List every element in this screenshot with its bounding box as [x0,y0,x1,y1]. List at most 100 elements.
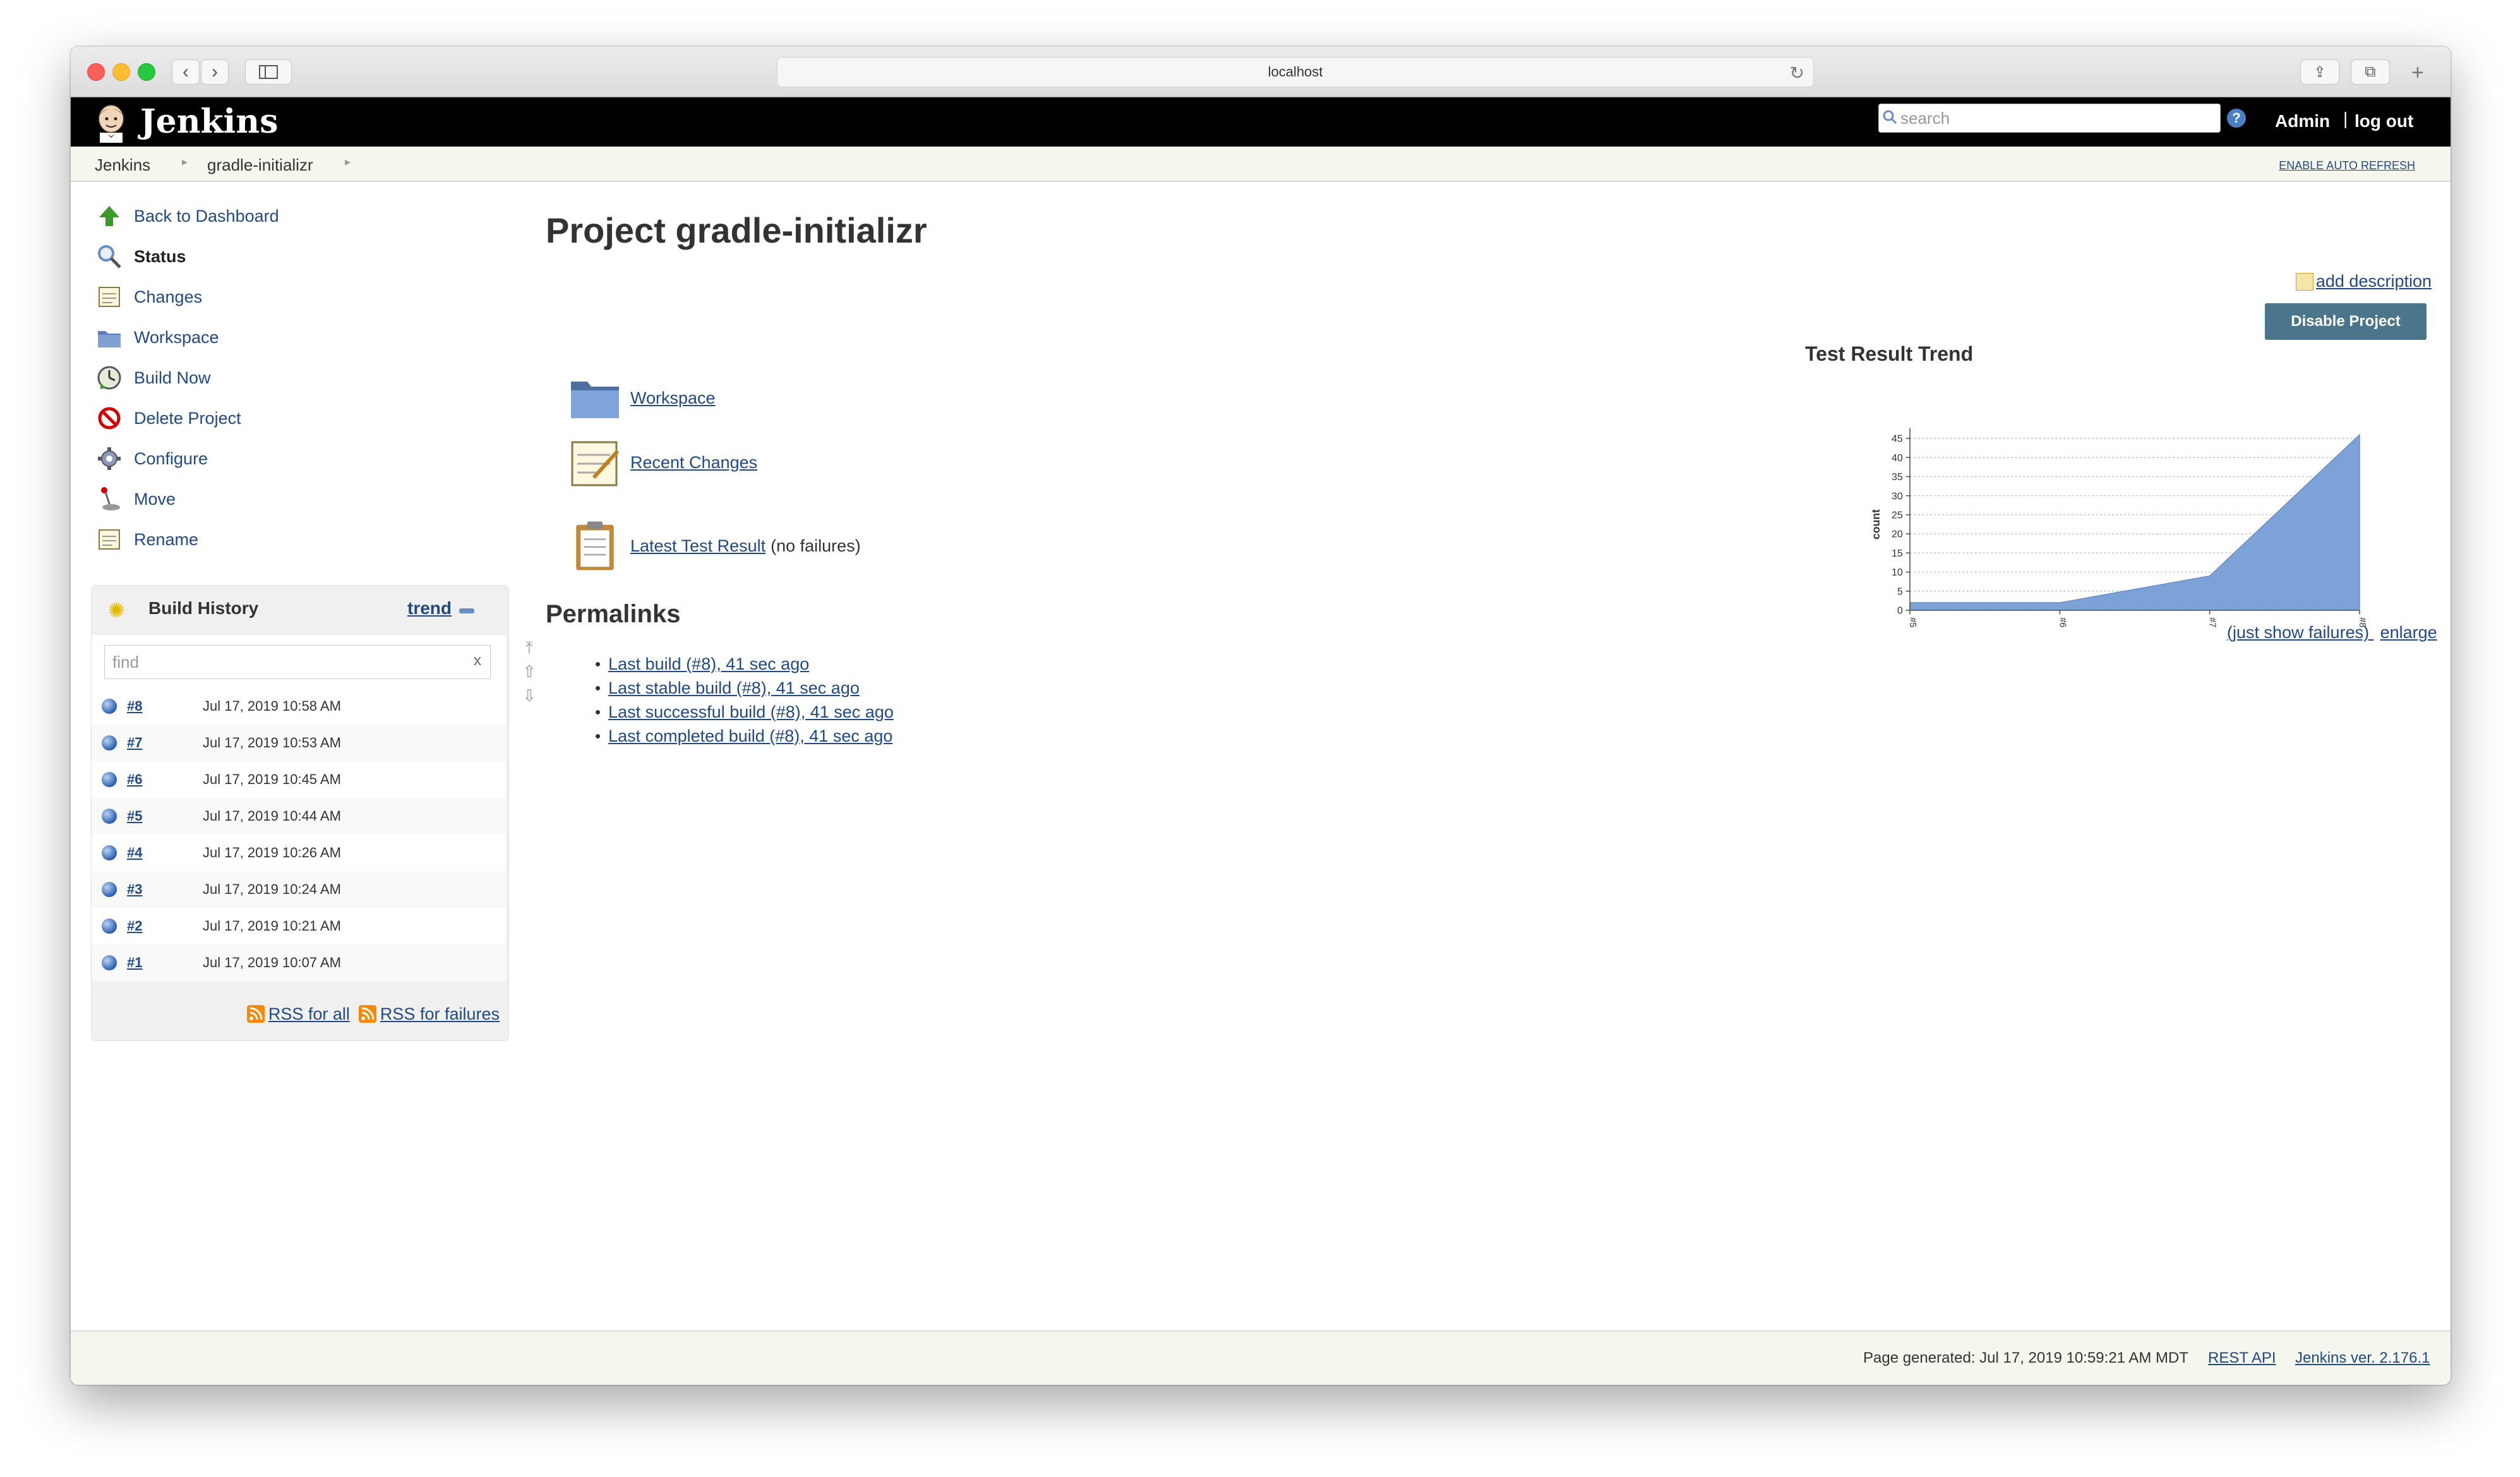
add-description-link[interactable]: add description [2295,272,2432,291]
chevron-right-icon: › [212,61,218,82]
close-window-button[interactable] [87,63,105,81]
sidebar-icon [259,65,278,79]
build-status-ball-icon [102,735,117,751]
trend-link[interactable]: trend [407,598,452,618]
notepad-icon [96,284,123,310]
chart-y-tick-label: 5 [1897,586,1903,597]
permalink-item[interactable]: Last completed build (#8), 41 sec ago [595,724,894,748]
reload-icon[interactable]: ↻ [1790,63,1804,83]
task-workspace[interactable]: Workspace [96,320,219,355]
sidebar-toggle-button[interactable] [245,59,292,85]
build-row[interactable]: #8 Jul 17, 2019 10:58 AM [92,688,506,725]
help-icon[interactable]: ? [2227,109,2246,128]
jenkins-butler-logo[interactable] [93,104,129,143]
jenkins-brand[interactable]: Jenkins [140,102,278,141]
rss-icon [246,1005,265,1023]
build-row[interactable]: #6 Jul 17, 2019 10:45 AM [92,761,506,798]
jenkins-version-link[interactable]: Jenkins ver. 2.176.1 [2295,1349,2430,1367]
enlarge-chart-link[interactable]: enlarge [2380,623,2437,642]
scroll-up-icon[interactable]: ⇧ [518,660,541,684]
build-date[interactable]: Jul 17, 2019 10:24 AM [203,881,341,898]
chart-y-tick-label: 10 [1892,567,1903,578]
share-button[interactable]: ⇪ [2300,59,2339,85]
build-number-link[interactable]: #2 [127,918,203,934]
collapse-icon[interactable] [459,608,474,613]
permalink-last-build[interactable]: Last build (#8), 41 sec ago [608,654,809,674]
minimize-window-button[interactable] [112,63,130,81]
url-text: localhost [1268,64,1323,80]
clipboard-icon [576,521,614,570]
task-changes[interactable]: Changes [96,279,202,315]
build-history-title: Build History [148,598,259,618]
test-result-trend-chart[interactable]: 051015202530354045#5 #6 #7 #8count [1801,388,2433,641]
forward-button[interactable]: › [201,59,229,85]
task-delete-project[interactable]: Delete Project [96,401,241,436]
clear-find-button[interactable]: x [474,652,481,670]
new-tab-button[interactable]: + [2411,61,2424,85]
build-number-link[interactable]: #4 [127,845,203,861]
magnifier-icon [96,243,123,270]
breadcrumb-arrow-icon[interactable]: ▸ [182,155,188,169]
build-number-link[interactable]: #7 [127,735,203,751]
address-bar[interactable]: localhost ↻ [777,57,1814,87]
disable-project-button[interactable]: Disable Project [2265,303,2427,340]
task-build-now[interactable]: Build Now [96,360,211,395]
breadcrumb-project[interactable]: gradle-initializr [207,155,313,175]
chart-title: Test Result Trend [1805,342,1974,365]
latest-test-result-link[interactable]: Latest Test Result [630,536,765,556]
workspace-link[interactable]: Workspace [630,389,716,408]
build-number-link[interactable]: #1 [127,955,203,971]
breadcrumb-arrow-icon[interactable]: ▸ [345,155,351,169]
breadcrumb-jenkins[interactable]: Jenkins [95,155,150,175]
back-button[interactable]: ‹ [172,59,200,85]
permalink-last-completed-build[interactable]: Last completed build (#8), 41 sec ago [608,726,892,746]
build-row[interactable]: #3 Jul 17, 2019 10:24 AM [92,871,506,908]
scroll-top-icon[interactable]: ⤒ [518,636,541,660]
sun-icon: ✺ [108,599,125,622]
task-configure[interactable]: Configure [96,441,208,476]
build-date[interactable]: Jul 17, 2019 10:44 AM [203,808,341,824]
permalink-last-stable-build[interactable]: Last stable build (#8), 41 sec ago [608,678,860,698]
zoom-window-button[interactable] [138,63,155,81]
enable-auto-refresh-link[interactable]: ENABLE AUTO REFRESH [2279,159,2415,172]
find-build-input[interactable]: find x [104,645,491,679]
build-row[interactable]: #1 Jul 17, 2019 10:07 AM [92,944,506,981]
build-row[interactable]: #2 Jul 17, 2019 10:21 AM [92,908,506,944]
scroll-down-icon[interactable]: ⇩ [518,684,541,708]
search-input[interactable]: search [1878,104,2221,133]
rss-failures-link[interactable]: RSS for failures [358,1004,500,1024]
build-number-link[interactable]: #8 [127,698,203,714]
build-row[interactable]: #7 Jul 17, 2019 10:53 AM [92,725,506,761]
task-rename[interactable]: Rename [96,522,198,557]
build-row[interactable]: #5 Jul 17, 2019 10:44 AM [92,798,506,835]
rss-all-link[interactable]: RSS for all [246,1004,350,1024]
build-date[interactable]: Jul 17, 2019 10:45 AM [203,771,341,788]
build-date[interactable]: Jul 17, 2019 10:21 AM [203,918,341,934]
tabs-overview-button[interactable]: ⧉ [2351,59,2390,85]
permalink-last-successful-build[interactable]: Last successful build (#8), 41 sec ago [608,702,894,722]
rest-api-link[interactable]: REST API [2208,1349,2276,1367]
build-date[interactable]: Jul 17, 2019 10:58 AM [203,698,341,714]
build-status-ball-icon [102,919,117,934]
recent-changes-link[interactable]: Recent Changes [630,453,757,473]
permalink-item[interactable]: Last stable build (#8), 41 sec ago [595,676,894,700]
build-date[interactable]: Jul 17, 2019 10:07 AM [203,955,341,971]
task-label: Workspace [134,327,219,347]
task-status[interactable]: Status [96,239,186,274]
build-row[interactable]: #4 Jul 17, 2019 10:26 AM [92,835,506,871]
permalink-item[interactable]: Last build (#8), 41 sec ago [595,652,894,676]
build-number-link[interactable]: #5 [127,808,203,824]
task-move[interactable]: Move [96,481,176,517]
build-status-ball-icon [102,845,117,860]
logout-link[interactable]: log out [2355,111,2413,131]
build-date[interactable]: Jul 17, 2019 10:26 AM [203,845,341,861]
build-date[interactable]: Jul 17, 2019 10:53 AM [203,735,341,751]
header-separator: | [2343,109,2348,128]
just-show-failures-link[interactable]: (just show failures) [2227,623,2369,642]
task-back-to-dashboard[interactable]: Back to Dashboard [96,198,279,234]
permalink-item[interactable]: Last successful build (#8), 41 sec ago [595,700,894,724]
user-admin-link[interactable]: Admin [2275,111,2330,131]
build-number-link[interactable]: #6 [127,771,203,788]
joystick-icon [96,486,123,512]
build-number-link[interactable]: #3 [127,881,203,898]
